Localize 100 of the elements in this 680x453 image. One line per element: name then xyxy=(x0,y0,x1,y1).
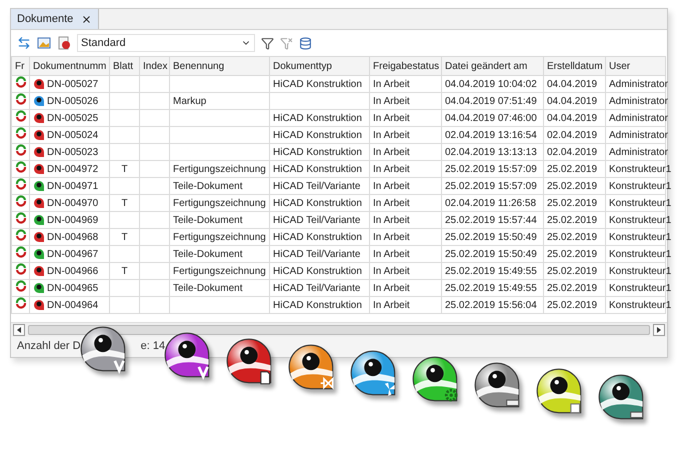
table-cell: 25.02.2019 15:49:55 xyxy=(445,266,537,276)
scroll-left-button[interactable] xyxy=(13,324,25,336)
column-header[interactable]: Datei geändert am xyxy=(442,56,544,76)
table-cell: Fertigungszeichnung xyxy=(173,164,266,174)
document-number: DN-004964 xyxy=(47,298,98,312)
table-cell: HiCAD Teil/Variante xyxy=(273,282,360,294)
filter-icon[interactable] xyxy=(261,36,274,50)
scroll-right-button[interactable] xyxy=(653,324,665,336)
document-type-icon xyxy=(33,299,45,311)
column-header[interactable]: Benennung xyxy=(170,56,270,76)
table-cell: In Arbeit xyxy=(373,130,410,140)
table-cell: In Arbeit xyxy=(373,146,410,158)
document-number: DN-004971 xyxy=(47,180,98,192)
table-cell: Administrator xyxy=(609,96,668,106)
sync-status-icon xyxy=(15,280,27,292)
table-cell: Konstrukteur1 xyxy=(609,214,672,226)
table-cell: In Arbeit xyxy=(373,112,410,124)
table-cell: In Arbeit xyxy=(373,232,410,242)
table-cell: HiCAD Teil/Variante xyxy=(273,214,360,226)
document-type-icon xyxy=(33,95,45,107)
table-cell: 02.04.2019 xyxy=(547,130,598,140)
table-cell: 04.04.2019 xyxy=(547,78,598,90)
picture-icon[interactable] xyxy=(37,36,51,50)
table-cell: 25.02.2019 xyxy=(547,232,598,242)
sync-status-icon xyxy=(15,178,27,190)
horizontal-scrollbar[interactable] xyxy=(11,322,667,337)
left-arrow-icon xyxy=(16,327,22,333)
table-cell: In Arbeit xyxy=(373,282,410,294)
view-select[interactable]: Standard xyxy=(77,34,255,52)
close-icon[interactable] xyxy=(81,14,92,24)
table-cell: 02.04.2019 13:16:54 xyxy=(445,130,537,140)
document-number: DN-005027 xyxy=(47,78,98,90)
table-cell: Konstrukteur1 xyxy=(609,232,672,242)
table-cell: In Arbeit xyxy=(373,214,410,226)
document-number: DN-004968 xyxy=(47,230,98,244)
documents-tab[interactable]: Dokumente xyxy=(11,9,100,29)
document-number: DN-005025 xyxy=(47,112,98,124)
table-cell: 04.04.2019 10:04:02 xyxy=(445,78,537,90)
table-cell: Konstrukteur1 xyxy=(609,198,672,208)
database-icon[interactable] xyxy=(299,36,312,50)
sync-status-icon xyxy=(15,144,27,156)
table-cell: Administrator xyxy=(609,146,668,158)
table-cell: Teile-Dokument xyxy=(173,248,242,260)
column-header[interactable]: Dokumenttyp xyxy=(270,56,370,76)
scroll-thumb[interactable] xyxy=(28,325,650,335)
table-cell: In Arbeit xyxy=(373,266,410,276)
document-type-icon xyxy=(33,282,45,294)
right-arrow-icon xyxy=(656,327,662,333)
table-cell: Teile-Dokument xyxy=(173,180,242,192)
document-type-icon xyxy=(33,248,45,260)
table-cell: T xyxy=(121,266,128,276)
table-cell: 25.02.2019 xyxy=(547,266,598,276)
document-type-icon xyxy=(33,265,45,277)
document-icon[interactable] xyxy=(57,36,71,50)
column-header[interactable]: Dokumentnumm xyxy=(30,56,110,76)
sync-status-icon xyxy=(15,110,27,122)
table-cell: T xyxy=(121,198,128,208)
document-type-icon xyxy=(33,112,45,124)
document-type-icon xyxy=(33,163,45,175)
column-header[interactable]: User xyxy=(606,56,666,76)
column-header[interactable]: Blatt xyxy=(110,56,140,76)
table-cell: Administrator xyxy=(609,112,668,124)
column-header[interactable]: Index xyxy=(140,56,170,76)
document-type-icon xyxy=(33,231,45,243)
table-cell: 25.02.2019 xyxy=(547,300,598,310)
table-cell: Konstrukteur1 xyxy=(609,164,672,174)
table-cell: Fertigungszeichnung xyxy=(173,232,266,242)
table-cell: In Arbeit xyxy=(373,248,410,260)
document-type-icon xyxy=(33,180,45,192)
table-cell: HiCAD Konstruktion xyxy=(273,112,362,124)
table-cell: 25.02.2019 xyxy=(547,214,598,226)
table-cell: 25.02.2019 15:57:44 xyxy=(445,214,537,226)
document-number: DN-005023 xyxy=(47,146,98,158)
table-cell: Konstrukteur1 xyxy=(609,180,672,192)
table-cell: HiCAD Konstruktion xyxy=(273,198,362,208)
document-number: DN-005026 xyxy=(47,94,98,108)
document-number: DN-004967 xyxy=(47,248,98,260)
document-number: DN-004972 xyxy=(47,162,98,176)
table-cell: 25.02.2019 15:57:09 xyxy=(445,164,537,174)
column-header[interactable]: Erstelldatum xyxy=(544,56,606,76)
table-cell: In Arbeit xyxy=(373,96,410,106)
table-cell: Konstrukteur1 xyxy=(609,300,672,310)
table-cell: Teile-Dokument xyxy=(173,282,242,294)
status-text: e: 14 xyxy=(140,340,166,354)
table-cell: 25.02.2019 xyxy=(547,248,598,260)
column-header[interactable]: Freigabestatus xyxy=(370,56,442,76)
table-cell: 02.04.2019 13:13:13 xyxy=(445,146,537,158)
sync-status-icon xyxy=(15,127,27,139)
sync-status-icon xyxy=(15,246,27,258)
status-text: Anzahl der D xyxy=(17,340,81,354)
table-cell: Fertigungszeichnung xyxy=(173,266,266,276)
sync-icon[interactable] xyxy=(17,36,31,50)
column-header[interactable]: Fr xyxy=(12,56,30,76)
table-cell: In Arbeit xyxy=(373,198,410,208)
sync-status-icon xyxy=(15,76,27,88)
table-cell: HiCAD Konstruktion xyxy=(273,300,362,310)
table-cell: 04.04.2019 xyxy=(547,112,598,124)
document-number: DN-004969 xyxy=(47,214,98,226)
table-cell: Konstrukteur1 xyxy=(609,266,672,276)
table-cell: In Arbeit xyxy=(373,300,410,310)
